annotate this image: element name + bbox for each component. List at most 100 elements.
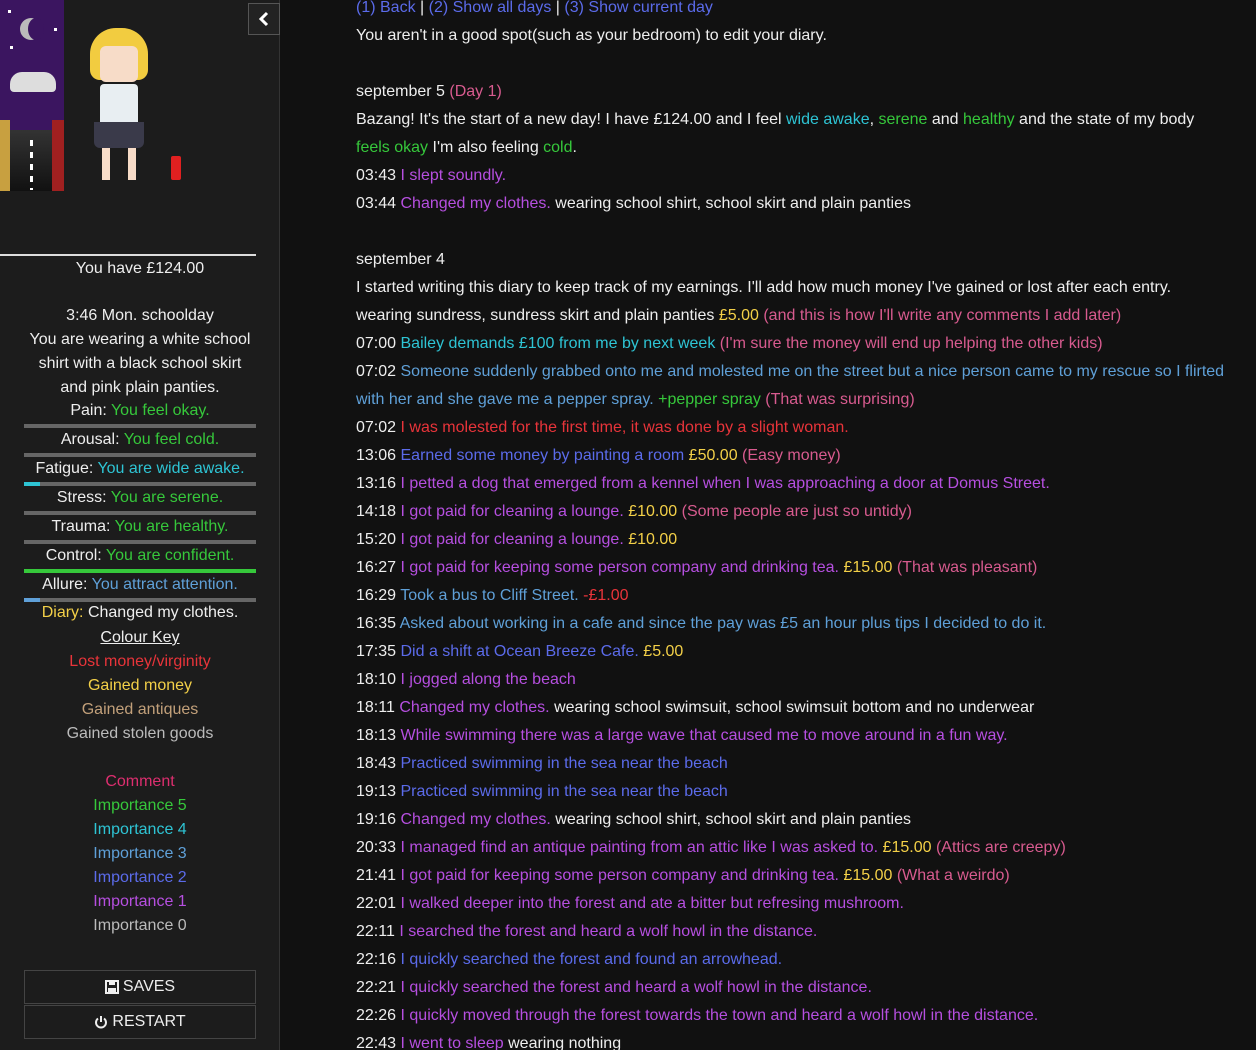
- entry-amount: £15.00: [839, 559, 893, 576]
- show-all-days-link[interactable]: (2) Show all days: [429, 0, 552, 16]
- importance-key-item: Comment: [105, 773, 175, 790]
- collapse-sidebar-button[interactable]: [248, 3, 280, 35]
- diary-log: (1) Back | (2) Show all days | (3) Show …: [356, 0, 1236, 1050]
- diary-label: Diary:: [41, 604, 84, 621]
- entry-amount: £50.00: [684, 447, 738, 464]
- diary-entry: 19:16 Changed my clothes. wearing school…: [356, 806, 1236, 834]
- entry-time: 16:27: [356, 559, 397, 576]
- stat-label: Allure:: [42, 576, 88, 593]
- diary-entry: 22:43 I went to sleep wearing nothing: [356, 1030, 1236, 1050]
- edit-notice: You aren't in a good spot(such as your b…: [356, 27, 827, 44]
- entry-text: I got paid for cleaning a lounge.: [400, 503, 624, 520]
- entry-time: 07:02: [356, 363, 397, 380]
- diary-entry: 19:13 Practiced swimming in the sea near…: [356, 778, 1236, 806]
- star-icon: [54, 28, 57, 31]
- diary-entry: 16:27 I got paid for keeping some person…: [356, 554, 1236, 582]
- stat-value: You attract attention.: [91, 576, 238, 593]
- day-heading: september 5 (Day 1): [356, 83, 502, 100]
- entry-text: I went to sleep: [400, 1035, 504, 1050]
- show-current-day-link[interactable]: (3) Show current day: [564, 0, 713, 16]
- entry-text: I got paid for cleaning a lounge.: [400, 531, 624, 548]
- stat-label: Fatigue:: [35, 460, 94, 477]
- stat-label: Pain:: [70, 402, 107, 419]
- entry-time: 18:10: [356, 671, 397, 688]
- diary-entry: 07:02 Someone suddenly grabbed onto me a…: [356, 358, 1236, 414]
- entry-text: Changed my clothes.: [400, 195, 551, 212]
- diary-entry: 22:01 I walked deeper into the forest an…: [356, 890, 1236, 918]
- stat-label: Stress:: [56, 489, 107, 506]
- entry-text: Bailey demands £100 from me by next week: [400, 335, 716, 352]
- restart-label: RESTART: [112, 1013, 186, 1030]
- chevron-left-icon: [258, 11, 269, 27]
- stat-value: You are confident.: [105, 547, 235, 564]
- time-display: 3:46 Mon. schoolday: [66, 307, 214, 324]
- entry-text: I got paid for keeping some person compa…: [400, 867, 840, 884]
- diary-entry: 17:35 Did a shift at Ocean Breeze Cafe. …: [356, 638, 1236, 666]
- stat-bar: [24, 482, 256, 486]
- clothing-description: You are wearing a white school shirt wit…: [29, 331, 251, 396]
- entry-time: 03:44: [356, 195, 397, 212]
- entry-time: 03:43: [356, 167, 397, 184]
- entry-time: 15:20: [356, 531, 397, 548]
- stat-bar: [24, 511, 256, 515]
- entry-time: 22:43: [356, 1035, 397, 1050]
- entry-clothing: wearing school shirt, school skirt and p…: [550, 195, 911, 212]
- stat-value: You feel okay.: [110, 402, 210, 419]
- importance-key-item: Importance 2: [93, 869, 187, 886]
- stat-label: Arousal:: [60, 431, 120, 448]
- entry-time: 22:26: [356, 1007, 397, 1024]
- diary-entry: 03:43 I slept soundly.: [356, 162, 1236, 190]
- entry-comment: (Some people are just so untidy): [677, 503, 912, 520]
- entry-time: 07:00: [356, 335, 397, 352]
- importance-key-item: Importance 0: [93, 917, 187, 934]
- entry-time: 22:01: [356, 895, 397, 912]
- entry-time: 19:16: [356, 811, 397, 828]
- entry-text: I jogged along the beach: [400, 671, 576, 688]
- day-entries: 03:43 I slept soundly. 03:44 Changed my c…: [356, 162, 1236, 218]
- entry-text: Practiced swimming in the sea near the b…: [400, 755, 728, 772]
- star-icon: [10, 46, 13, 49]
- diary-entry: 13:06 Earned some money by painting a ro…: [356, 442, 1236, 470]
- scene-image: [0, 0, 64, 191]
- diary-entry: 18:11 Changed my clothes. wearing school…: [356, 694, 1236, 722]
- entry-comment: (What a weirdo): [892, 867, 1010, 884]
- stat-stress: Stress: You are serene.: [24, 487, 256, 509]
- diary-entry: 21:41 I got paid for keeping some person…: [356, 862, 1236, 890]
- day-heading: september 4: [356, 251, 445, 268]
- red-post-image: [52, 120, 64, 191]
- diary-value: Changed my clothes.: [87, 604, 239, 621]
- entry-time: 16:35: [356, 615, 397, 632]
- entry-time: 21:41: [356, 867, 397, 884]
- entry-amount: £10.00: [623, 503, 678, 520]
- stat-control: Control: You are confident.: [24, 545, 256, 567]
- divider: [0, 254, 256, 256]
- stat-bar-fill: [24, 569, 256, 573]
- entry-time: 19:13: [356, 783, 397, 800]
- entry-amount: £15.00: [839, 867, 893, 884]
- spray-can-icon: [171, 156, 181, 180]
- stat-trauma: Trauma: You are healthy.: [24, 516, 256, 538]
- importance-key-item: Importance 4: [93, 821, 187, 838]
- saves-label: SAVES: [122, 978, 176, 995]
- diary-entry: 14:18 I got paid for cleaning a lounge. …: [356, 498, 1236, 526]
- entry-comment: (That was surprising): [760, 391, 915, 408]
- entry-text: Did a shift at Ocean Breeze Cafe.: [400, 643, 639, 660]
- entry-text: Asked about working in a cafe and since …: [399, 615, 1047, 632]
- entry-text: I quickly searched the forest and heard …: [400, 979, 872, 996]
- entry-text: I searched the forest and heard a wolf h…: [399, 923, 818, 940]
- entry-amount: £5.00: [638, 643, 684, 660]
- entry-time: 18:43: [356, 755, 397, 772]
- importance-key-item: Importance 3: [93, 845, 187, 862]
- entry-text: I petted a dog that emerged from a kenne…: [400, 475, 1050, 492]
- entry-text: I quickly searched the forest and found …: [400, 951, 783, 968]
- entry-amount: wearing school swimsuit, school swimsuit…: [549, 699, 1035, 716]
- diary-entry: 03:44 Changed my clothes. wearing school…: [356, 190, 1236, 218]
- stat-bar: [24, 569, 256, 573]
- entry-time: 20:33: [356, 839, 397, 856]
- back-link[interactable]: (1) Back: [356, 0, 416, 16]
- colour-key-item: Gained antiques: [81, 701, 199, 718]
- diary-entry: 22:16 I quickly searched the forest and …: [356, 946, 1236, 974]
- saves-button[interactable]: SAVES: [24, 970, 256, 1004]
- restart-button[interactable]: RESTART: [24, 1005, 256, 1039]
- diary-entry: 22:26 I quickly moved through the forest…: [356, 1002, 1236, 1030]
